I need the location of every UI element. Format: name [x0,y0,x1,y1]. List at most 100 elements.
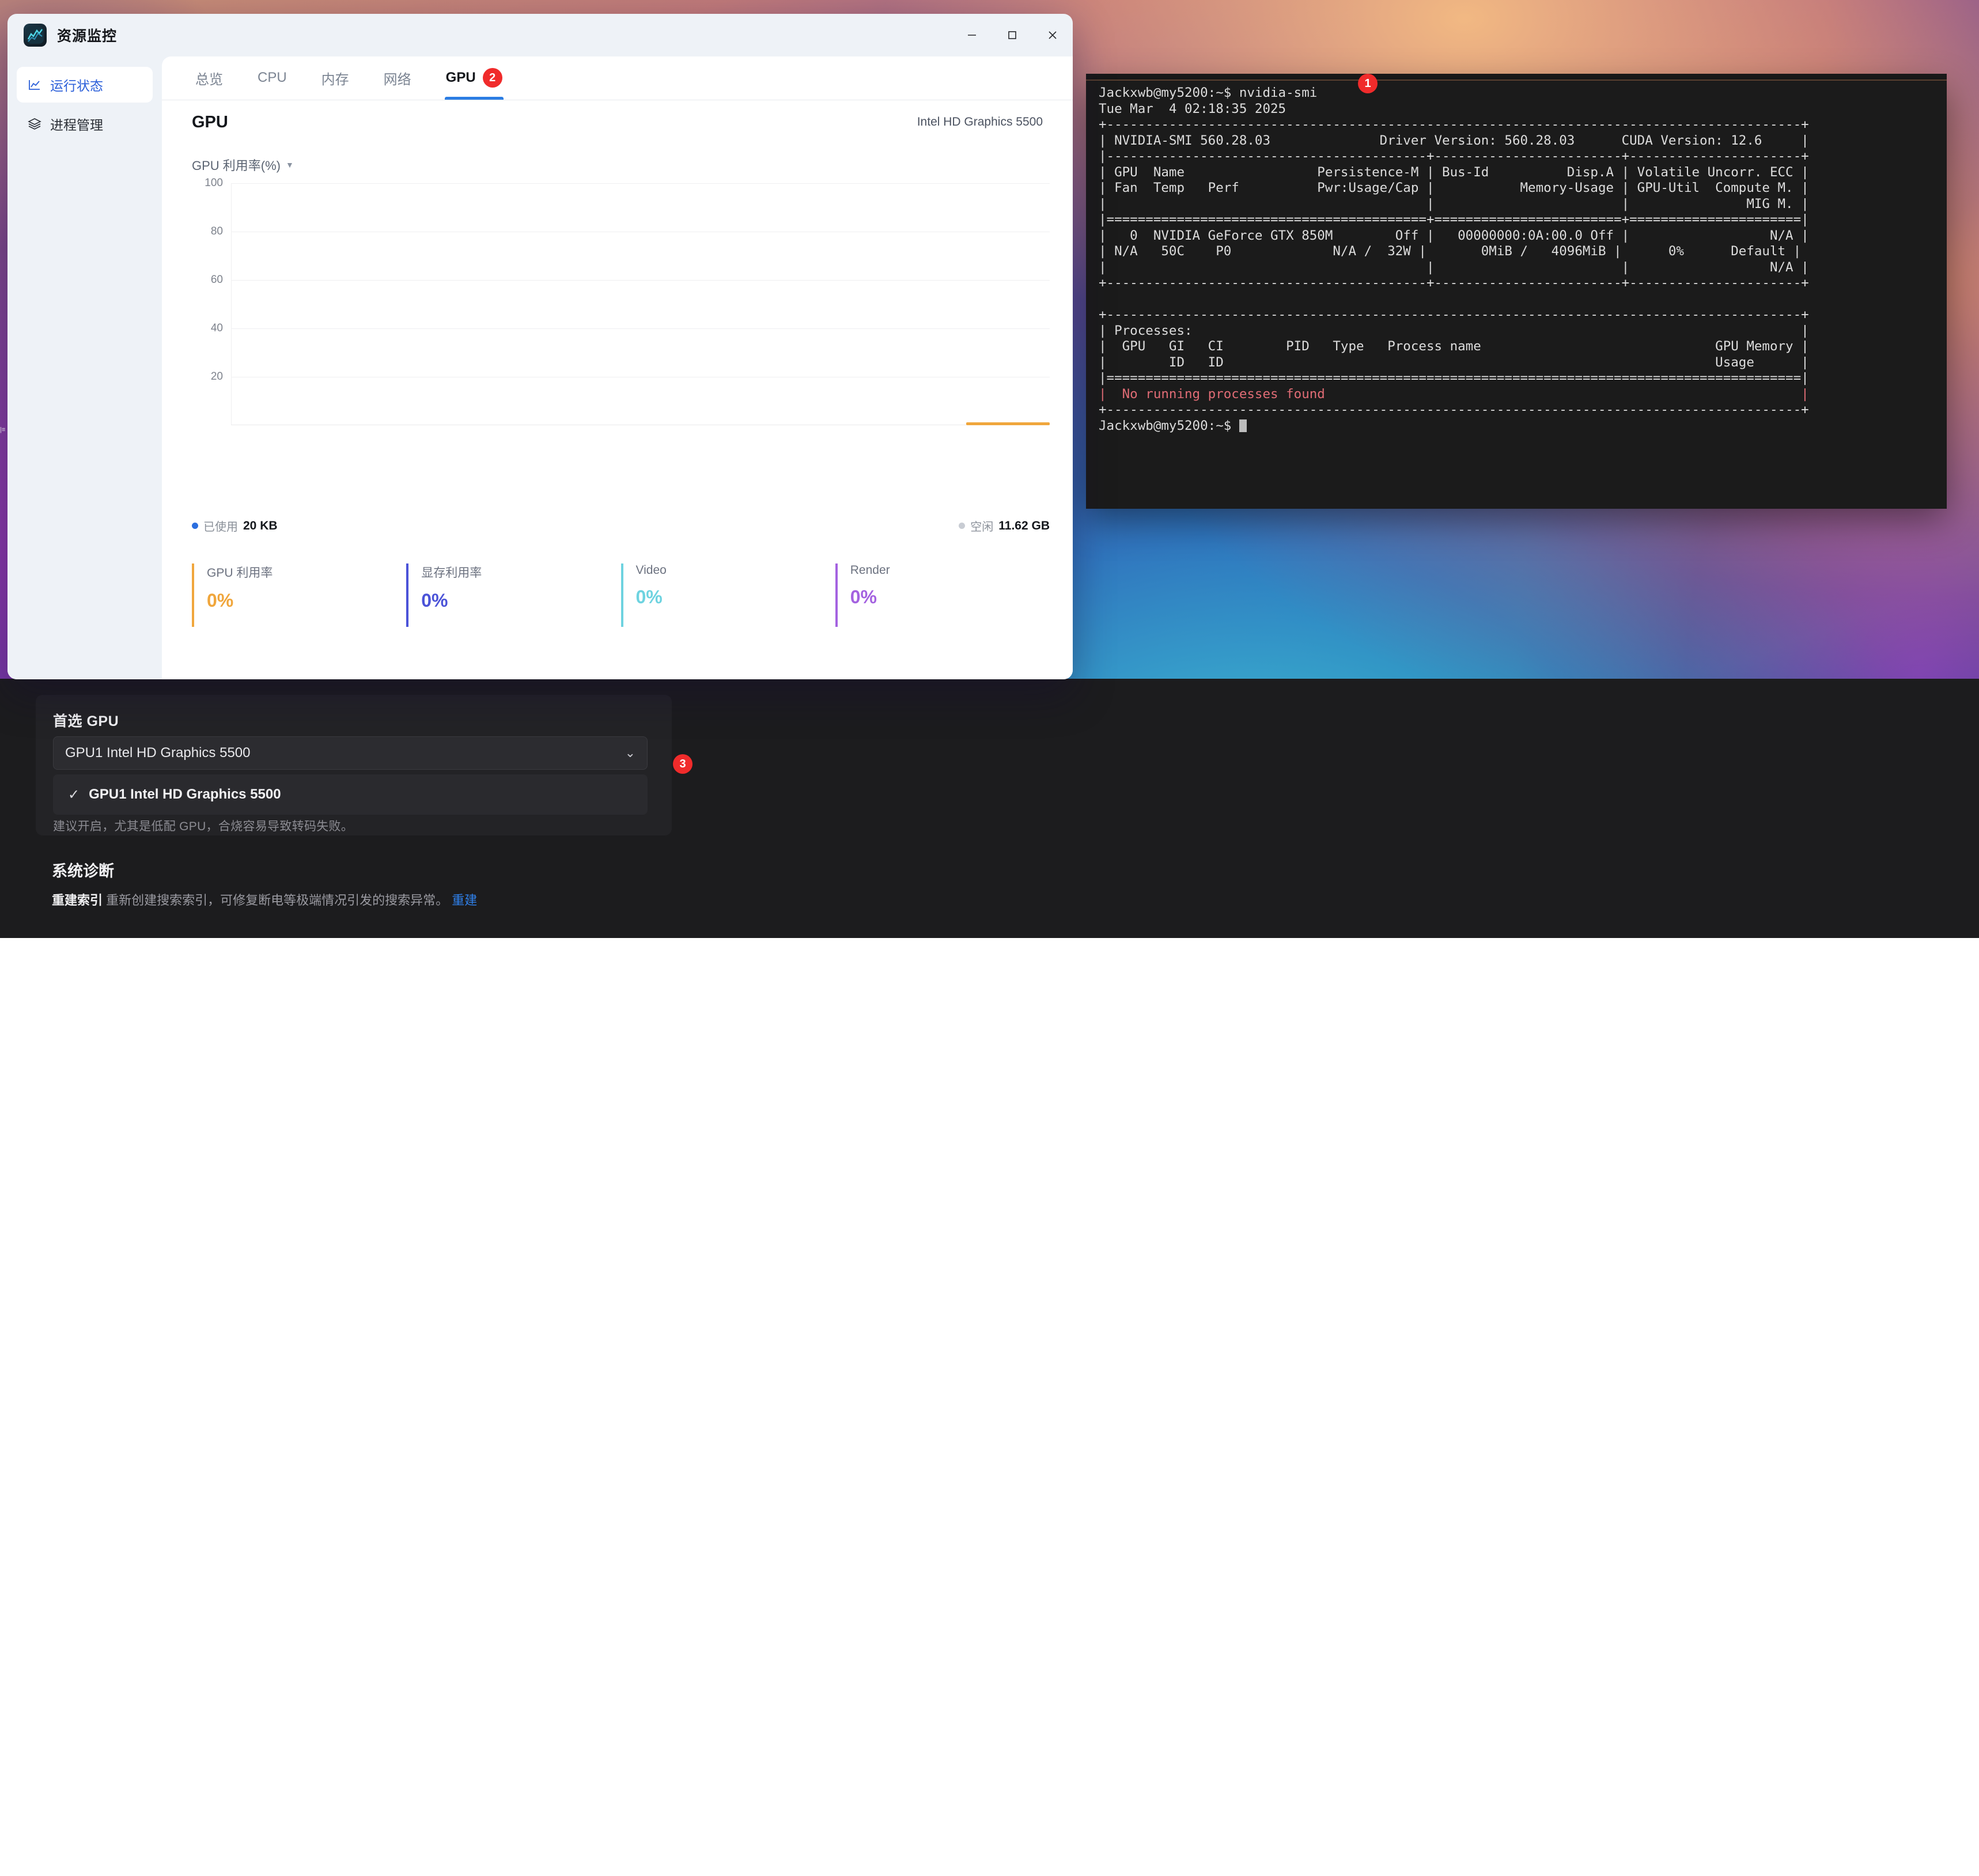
terminal-line: | | | MIG M. | [1099,196,1943,213]
metric-card-render: Render 0% [835,563,1050,627]
tab-bar: 总览 CPU 内存 网络 GPU 2 [162,56,1073,100]
chevron-down-icon: ⌄ [625,746,635,761]
terminal-line: Tue Mar 4 02:18:35 2025 [1099,101,1943,118]
maximize-button[interactable] [992,14,1032,56]
chart-y-axis [231,183,232,425]
preferred-gpu-label: 首选 GPU [53,710,119,731]
tab-cpu[interactable]: CPU [240,56,304,100]
app-icon [24,24,47,47]
preferred-gpu-select[interactable]: GPU1 Intel HD Graphics 5500 ⌄ [53,736,648,770]
terminal-line: | GPU GI CI PID Type Process name GPU Me… [1099,339,1943,355]
gpu-device-name: Intel HD Graphics 5500 [917,115,1043,129]
metric-label: GPU 利用率 [207,563,406,581]
terminal-prompt: Jackxwb@my5200:~$ [1099,418,1943,434]
sidebar-item-label: 运行状态 [50,75,103,94]
terminal-line: |=======================================… [1099,212,1943,228]
preferred-gpu-select-value: GPU1 Intel HD Graphics 5500 [65,745,250,761]
metric-card-video: Video 0% [621,563,835,627]
terminal-line: | | | N/A | [1099,260,1943,276]
layers-icon [27,116,42,131]
tab-overview[interactable]: 总览 [178,56,240,100]
diagnostics-title: 系统诊断 [52,858,114,881]
gpu-chart-block: GPU 利用率(%) ▼ 10080604020 [192,156,1050,490]
window-titlebar: 资源监控 [7,14,1073,56]
annotation-badge-2: 2 [483,68,502,88]
metric-value: 0% [421,590,620,611]
rebuild-index-row: 重建索引 重新创建搜索索引，可修复断电等极端情况引发的搜索异常。 重建 [52,890,477,909]
metric-label: Render [850,563,1050,577]
terminal-cursor [1239,419,1247,432]
gpu-utilization-chart: 10080604020 [192,183,1050,425]
legend-dot-used [192,523,198,529]
chevron-down-icon: ▼ [286,160,294,169]
chart-line-icon [27,77,42,92]
legend-used: 已使用 20 KB [192,517,278,534]
chart-metric-select[interactable]: GPU 利用率(%) ▼ [192,156,294,174]
terminal-line: | ID ID Usage | [1099,355,1943,371]
sidebar-item-running-status[interactable]: 运行状态 [17,67,153,103]
chart-y-tick: 40 [192,322,223,335]
chart-metric-label: GPU 利用率(%) [192,156,281,174]
metric-cards: GPU 利用率 0% 显存利用率 0% Video 0% Render 0% [192,563,1050,627]
preferred-gpu-card: 首选 GPU GPU1 Intel HD Graphics 5500 ⌄ ✓ G… [36,695,672,835]
rebuild-index-link[interactable]: 重建 [452,893,477,907]
resource-monitor-window: 资源监控 运行状态 [7,14,1073,679]
chart-gridline [231,183,1050,184]
chart-gridline [231,328,1050,329]
terminal-line [1099,292,1943,308]
rebuild-index-desc: 重新创建搜索索引，可修复断电等极端情况引发的搜索异常。 [106,893,448,907]
legend-used-value: 20 KB [243,519,278,533]
terminal-line: |---------------------------------------… [1099,149,1943,165]
rebuild-index-label: 重建索引 [52,893,103,907]
annotation-badge-1: 1 [1358,74,1378,93]
tab-network[interactable]: 网络 [366,56,429,100]
check-icon: ✓ [68,786,80,803]
terminal-window[interactable]: Jackxwb@my5200:~$ nvidia-smiTue Mar 4 02… [1086,80,1947,509]
legend-free-value: 11.62 GB [998,519,1050,533]
terminal-line: |=======================================… [1099,370,1943,387]
terminal-output: Jackxwb@my5200:~$ nvidia-smiTue Mar 4 02… [1099,85,1943,509]
close-button[interactable] [1032,14,1073,56]
window-controls [952,14,1073,56]
minimize-button[interactable] [952,14,992,56]
terminal-line: Jackxwb@my5200:~$ nvidia-smi [1099,85,1943,101]
preferred-gpu-option-label: GPU1 Intel HD Graphics 5500 [89,786,281,803]
terminal-line: | NVIDIA-SMI 560.28.03 Driver Version: 5… [1099,133,1943,149]
terminal-line: | Fan Temp Perf Pwr:Usage/Cap | Memory-U… [1099,180,1943,196]
terminal-line: | 0 NVIDIA GeForce GTX 850M Off | 000000… [1099,228,1943,244]
sidebar-item-process-manager[interactable]: 进程管理 [17,106,153,142]
metric-label: Video [636,563,835,577]
left-edge-sliver: |≡ [0,426,7,455]
preferred-gpu-option[interactable]: ✓ GPU1 Intel HD Graphics 5500 [53,774,648,815]
terminal-line: +---------------------------------------… [1099,117,1943,133]
tab-gpu[interactable]: GPU 2 [429,56,520,100]
terminal-line: +---------------------------------------… [1099,275,1943,292]
metric-card-gpu-util: GPU 利用率 0% [192,563,406,627]
legend-used-label: 已使用 [203,517,238,534]
metric-value: 0% [850,587,1050,608]
legend-free: 空闲 11.62 GB [959,517,1050,534]
metric-card-vram-util: 显存利用率 0% [406,563,620,627]
terminal-line: | Processes: | [1099,323,1943,339]
metric-value: 0% [636,587,835,608]
terminal-line: | N/A 50C P0 N/A / 32W | 0MiB / 4096MiB … [1099,244,1943,260]
page-title: GPU [192,113,228,132]
metric-value: 0% [207,590,406,611]
tab-label: CPU [258,70,287,86]
terminal-line: | No running processes found | [1099,387,1943,403]
window-title: 资源监控 [57,25,117,46]
chart-y-tick: 20 [192,370,223,383]
terminal-line: +---------------------------------------… [1099,307,1943,323]
annotation-badge-3: 3 [673,754,693,774]
chart-y-tick: 80 [192,225,223,238]
sidebar: 运行状态 进程管理 [7,56,162,679]
content-area: 总览 CPU 内存 网络 GPU 2 GPU Intel HD Graphics… [162,56,1073,679]
tab-memory[interactable]: 内存 [304,56,366,100]
legend-dot-free [959,523,965,529]
legend-free-label: 空闲 [970,517,993,534]
terminal-line: +---------------------------------------… [1099,402,1943,418]
tab-label: 总览 [195,68,223,88]
preferred-gpu-hint: 建议开启，尤其是低配 GPU，合烧容易导致转码失败。 [53,817,353,834]
metric-label: 显存利用率 [421,563,620,581]
chart-gridline [231,280,1050,281]
